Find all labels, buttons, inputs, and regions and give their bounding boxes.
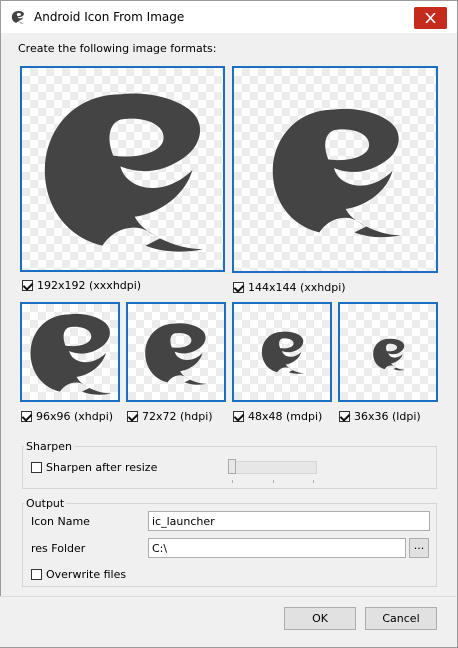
output-group-label: Output <box>24 497 67 510</box>
checkbox[interactable] <box>21 411 32 422</box>
checkbox[interactable] <box>22 280 33 291</box>
slider-tick <box>313 480 314 483</box>
close-icon <box>425 13 436 23</box>
tile-48[interactable] <box>232 302 332 402</box>
format-label: 48x48 (mdpi) <box>248 410 323 423</box>
format-checkbox-36[interactable]: 36x36 (ldpi) <box>339 410 421 423</box>
preview-logo-image <box>145 323 207 385</box>
dialog-footer: OK Cancel <box>0 596 456 647</box>
format-checkbox-72[interactable]: 72x72 (hdpi) <box>127 410 213 423</box>
icon-name-label: Icon Name <box>31 515 90 528</box>
res-folder-label: res Folder <box>31 542 86 555</box>
checkbox[interactable] <box>31 462 42 473</box>
checkbox[interactable] <box>233 282 244 293</box>
tile-192[interactable] <box>20 66 225 272</box>
sharpen-slider-handle[interactable] <box>228 459 236 474</box>
sharpen-slider-track[interactable] <box>228 461 317 474</box>
format-label: 144x144 (xxhdpi) <box>248 281 346 294</box>
close-button[interactable] <box>414 7 447 29</box>
format-checkbox-48[interactable]: 48x48 (mdpi) <box>233 410 322 423</box>
slider-tick <box>232 480 233 483</box>
app-icon <box>11 11 25 24</box>
sharpen-group-label: Sharpen <box>24 440 74 453</box>
format-label: 96x96 (xhdpi) <box>36 410 114 423</box>
overwrite-checkbox[interactable]: Overwrite files <box>31 568 126 581</box>
format-checkbox-192[interactable]: 192x192 (xxxhdpi) <box>22 279 141 292</box>
preview-logo-image <box>373 338 405 371</box>
preview-logo-image <box>261 331 305 374</box>
format-label: 72x72 (hdpi) <box>142 410 213 423</box>
sharpen-label: Sharpen after resize <box>46 461 158 474</box>
icon-name-input[interactable] <box>148 511 430 531</box>
format-checkbox-96[interactable]: 96x96 (xhdpi) <box>21 410 113 423</box>
format-label: 36x36 (ldpi) <box>354 410 421 423</box>
window-title: Android Icon From Image <box>34 10 185 24</box>
tile-96[interactable] <box>20 302 120 402</box>
preview-logo-image <box>30 313 112 395</box>
slider-tick <box>273 480 274 483</box>
cancel-button[interactable]: Cancel <box>365 607 437 630</box>
checkbox[interactable] <box>339 411 350 422</box>
browse-button[interactable]: ... <box>409 538 429 558</box>
checkbox[interactable] <box>31 569 42 580</box>
preview-logo-image <box>272 108 402 238</box>
format-label: 192x192 (xxxhdpi) <box>37 279 142 292</box>
title-bar[interactable]: Android Icon From Image <box>1 1 457 33</box>
preview-logo-image <box>44 93 204 252</box>
formats-heading: Create the following image formats: <box>18 42 217 55</box>
res-folder-input[interactable] <box>148 538 406 558</box>
tile-144[interactable] <box>232 66 438 273</box>
ok-button[interactable]: OK <box>284 607 356 630</box>
overwrite-label: Overwrite files <box>46 568 127 581</box>
format-checkbox-144[interactable]: 144x144 (xxhdpi) <box>233 281 346 294</box>
tile-72[interactable] <box>126 302 226 402</box>
sharpen-checkbox[interactable]: Sharpen after resize <box>31 461 157 474</box>
checkbox[interactable] <box>233 411 244 422</box>
tile-36[interactable] <box>338 302 438 402</box>
checkbox[interactable] <box>127 411 138 422</box>
